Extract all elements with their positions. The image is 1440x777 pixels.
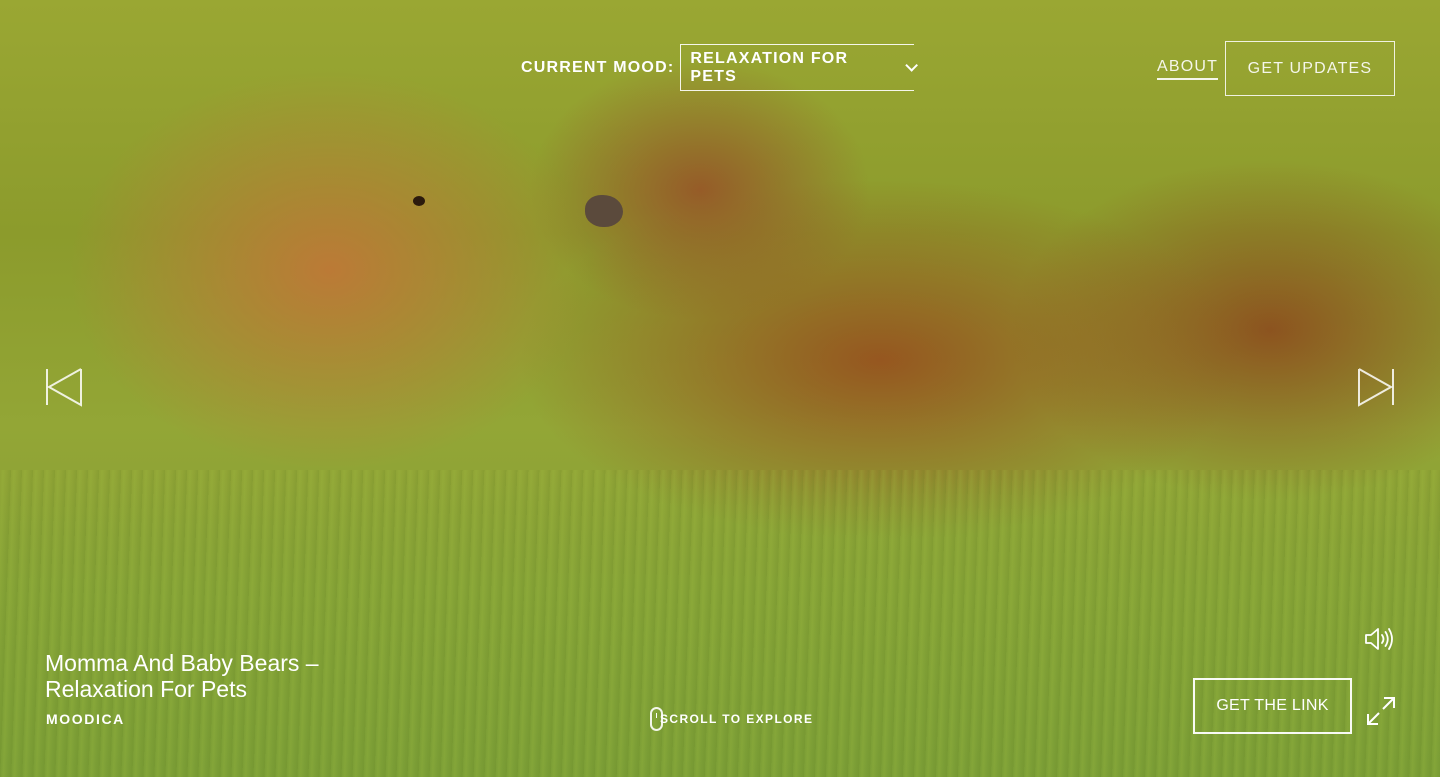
get-the-link-button[interactable]: GET THE LINK	[1193, 678, 1352, 734]
speaker-icon	[1365, 628, 1393, 650]
mouse-scroll-icon	[650, 707, 663, 731]
chevron-down-icon	[905, 59, 919, 72]
about-link[interactable]: ABOUT	[1157, 58, 1219, 80]
mood-dropdown[interactable]: RELAXATION FOR PETS	[680, 44, 919, 91]
get-updates-button[interactable]: GET UPDATES	[1225, 41, 1395, 96]
bear-eye	[413, 196, 425, 206]
previous-arrow-icon	[46, 368, 82, 407]
fullscreen-button[interactable]	[1366, 696, 1396, 726]
next-arrow-icon	[1358, 368, 1394, 407]
video-title: Momma And Baby Bears – Relaxation For Pe…	[45, 650, 319, 702]
scroll-to-explore[interactable]: SCROLL TO EXPLORE	[650, 707, 813, 731]
bear-nose	[585, 195, 623, 227]
previous-button[interactable]	[44, 367, 84, 407]
mood-label: CURRENT MOOD:	[521, 58, 675, 76]
video-background: CURRENT MOOD: RELAXATION FOR PETS ABOUT …	[0, 0, 1440, 777]
fullscreen-icon	[1367, 697, 1395, 725]
mood-selector: CURRENT MOOD: RELAXATION FOR PETS	[521, 44, 919, 91]
mood-value: RELAXATION FOR PETS	[690, 49, 849, 85]
scroll-label: SCROLL TO EXPLORE	[660, 712, 814, 726]
sound-toggle[interactable]	[1364, 625, 1396, 653]
channel-name: MOODICA	[46, 711, 125, 727]
next-button[interactable]	[1356, 367, 1396, 407]
